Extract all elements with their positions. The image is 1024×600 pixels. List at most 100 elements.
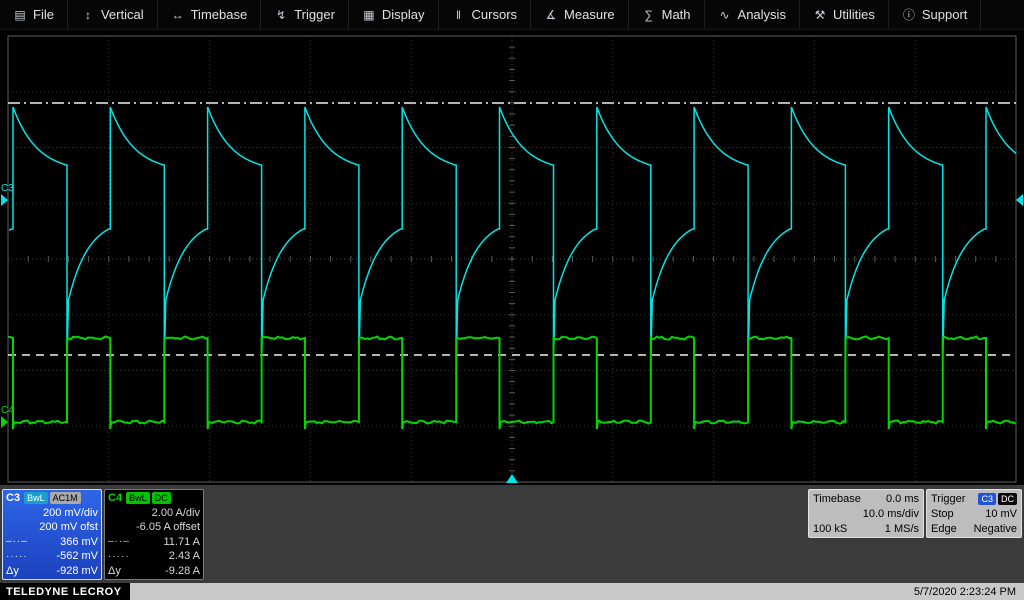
c3-delta-row: Δy -928 mV	[6, 564, 98, 579]
timebase-title: Timebase	[813, 493, 861, 505]
c3-label: C3	[6, 492, 20, 504]
c4-delta-value: -9.28 A	[165, 565, 200, 577]
menu-item-display[interactable]: ▦ Display	[349, 0, 439, 29]
trigger-level-value: 10 mV	[985, 508, 1017, 520]
c4-scale-value: 2.00 A/div	[152, 507, 200, 519]
menu-item-support-label: Support	[922, 7, 968, 22]
timebase-scale-value: 10.0 ms/div	[863, 508, 919, 520]
timebase-rate-value: 1 MS/s	[885, 523, 919, 535]
c3-coupling-badge: AC1M	[50, 492, 81, 504]
menu-item-cursors[interactable]: ‖Cursors	[439, 0, 532, 29]
trigger-source-badge: C3	[978, 493, 996, 505]
scope-display-area: C3 C4	[0, 30, 1024, 485]
status-panel: C3 BwL AC1M 200 mV/div 200 mV ofst –··– 3…	[0, 485, 1024, 583]
dashdot-line-icon: –··–	[6, 536, 28, 547]
c4-coupling-badge: DC	[152, 492, 171, 504]
trigger-slope-value: Negative	[974, 523, 1017, 535]
menu-item-cursors-label: Cursors	[472, 7, 518, 22]
trigger-title: Trigger	[931, 493, 965, 505]
trigger-level-marker[interactable]	[1016, 194, 1023, 206]
timebase-samples-value: 100 kS	[813, 523, 847, 535]
c3-descriptor-box[interactable]: C3 BwL AC1M 200 mV/div 200 mV ofst –··– 3…	[2, 489, 102, 580]
analysis-icon: ∿	[718, 8, 732, 22]
c4-delta-row: Δy -9.28 A	[108, 564, 200, 579]
c4-cursor1-row: –··– 11.71 A	[108, 535, 200, 550]
menu-item-file[interactable]: ▤ File	[0, 0, 68, 29]
utilities-icon: ⚒	[813, 8, 827, 22]
trigger-mode-row: Stop 10 mV	[931, 506, 1017, 521]
c4-cursor2-row: ····· 2.43 A	[108, 549, 200, 564]
menu-item-utilities[interactable]: ⚒ Utilities	[800, 0, 889, 29]
math-icon: ∑	[642, 8, 656, 22]
menu-item-math-label: Math	[662, 7, 691, 22]
c4-offset-row: -6.05 A offset	[108, 520, 200, 535]
menu-item-support[interactable]: ⓘ Support	[889, 0, 982, 29]
trigger-coupling-badge: DC	[998, 493, 1017, 505]
c3-cursor2-value: -562 mV	[56, 550, 98, 562]
trigger-mode-value: Stop	[931, 508, 954, 520]
dashdot-line-icon: –··–	[108, 536, 130, 547]
vertical-icon: ↕	[81, 8, 95, 22]
menu-item-math[interactable]: ∑ Math	[629, 0, 705, 29]
brand-secondary: LECROY	[73, 586, 122, 598]
timebase-icon: ↔	[171, 8, 185, 22]
timebase-sampling-row: 100 kS 1 MS/s	[813, 521, 919, 536]
dotted-line-icon: ·····	[108, 551, 130, 562]
taskbar: 5/7/2020 2:23:24 PM	[130, 583, 1024, 600]
trigger-descriptor-box[interactable]: Trigger C3 DC Stop 10 mV EdgeNegative	[926, 489, 1022, 538]
menu-item-vertical-label: Vertical	[101, 7, 144, 22]
c4-cursor1-value: 11.71 A	[164, 536, 201, 548]
trigger-badges: C3 DC	[978, 493, 1017, 505]
c4-bandwidth-badge: BwL	[126, 492, 150, 504]
menu-item-timebase[interactable]: ↔ Timebase	[158, 0, 262, 29]
c4-scale-row: 2.00 A/div	[108, 506, 200, 521]
c4-offset-value: -6.05 A offset	[136, 521, 200, 533]
menu-item-utilities-label: Utilities	[833, 7, 875, 22]
datetime: 5/7/2020 2:23:24 PM	[914, 586, 1016, 598]
menu-item-analysis[interactable]: ∿ Analysis	[705, 0, 800, 29]
c3-offset-row: 200 mV ofst	[6, 520, 98, 535]
menu-item-trigger[interactable]: ↯ Trigger	[261, 0, 349, 29]
c3-offset-value: 200 mV ofst	[39, 521, 98, 533]
c4-descriptor-box[interactable]: C4 BwL DC 2.00 A/div -6.05 A offset –··–…	[104, 489, 204, 580]
menu-item-trigger-label: Trigger	[294, 7, 335, 22]
brand-primary: TELEDYNE	[6, 586, 69, 598]
timebase-descriptor-box[interactable]: Timebase 0.0 ms 10.0 ms/div 100 kS 1 MS/s	[808, 489, 924, 538]
menu-item-timebase-label: Timebase	[191, 7, 248, 22]
menu-item-analysis-label: Analysis	[738, 7, 786, 22]
c3-delta-value: -928 mV	[56, 565, 98, 577]
menu-item-file-label: File	[33, 7, 54, 22]
c3-scale-value: 200 mV/div	[43, 507, 98, 519]
footer-bar: TELEDYNE LECROY 5/7/2020 2:23:24 PM	[0, 583, 1024, 600]
c4-delta-label: Δy	[108, 565, 121, 577]
c3-scale-row: 200 mV/div	[6, 506, 98, 521]
menu-bar: ▤ File ↕ Vertical ↔ Timebase ↯ Trigger ▦ Disp…	[0, 0, 1024, 30]
trigger-time-marker[interactable]	[506, 474, 518, 483]
c3-cursor1-row: –··– 366 mV	[6, 535, 98, 550]
menu-item-display-label: Display	[382, 7, 425, 22]
timebase-scale-row: 10.0 ms/div	[813, 506, 919, 521]
waveform-display[interactable]: C3 C4	[0, 30, 1024, 485]
support-icon: ⓘ	[902, 6, 916, 23]
c4-offset-marker[interactable]	[1, 416, 8, 428]
c3-marker-label: C3	[1, 183, 14, 194]
timebase-position-value: 0.0 ms	[886, 493, 919, 505]
menu-item-vertical[interactable]: ↕ Vertical	[68, 0, 158, 29]
c3-cursor1-value: 366 mV	[60, 536, 98, 548]
trigger-header-row: Trigger C3 DC	[931, 491, 1017, 506]
c3-bandwidth-badge: BwL	[24, 492, 48, 504]
trigger-type-row: EdgeNegative	[931, 521, 1017, 536]
c3-cursor2-row: ····· -562 mV	[6, 549, 98, 564]
c4-cursor2-value: 2.43 A	[169, 550, 200, 562]
menu-item-measure[interactable]: ∡Measure	[531, 0, 629, 29]
c3-delta-label: Δy	[6, 565, 19, 577]
display-icon: ▦	[362, 8, 376, 22]
teledyne-lecroy-logo: TELEDYNE LECROY	[0, 583, 130, 600]
trigger-icon: ↯	[274, 8, 288, 22]
c4-marker-label: C4	[1, 405, 14, 416]
file-icon: ▤	[13, 8, 27, 22]
dotted-line-icon: ·····	[6, 551, 28, 562]
timebase-header-row: Timebase 0.0 ms	[813, 491, 919, 506]
c3-offset-marker[interactable]	[1, 194, 8, 206]
c3-trace	[9, 107, 1016, 360]
